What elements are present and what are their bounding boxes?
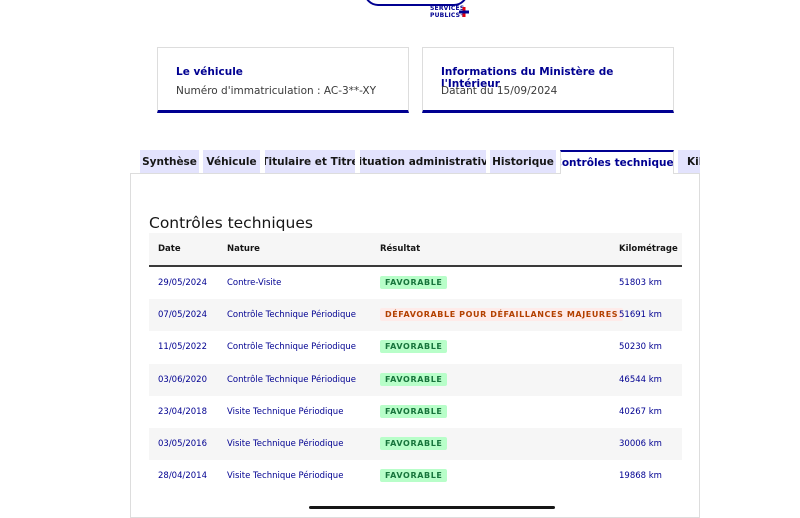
- vehicle-card-title: Le véhicule: [176, 66, 243, 78]
- status-badge: FAVORABLE: [380, 372, 448, 386]
- row-nature: Visite Technique Périodique: [227, 471, 344, 482]
- tab-controles-techniques[interactable]: Contrôles techniques: [560, 150, 674, 174]
- status-badge: FAVORABLE: [380, 404, 448, 418]
- header-result: Résultat: [380, 244, 421, 254]
- row-date: 07/05/2024: [158, 310, 207, 321]
- row-km: 30006 km: [619, 438, 662, 449]
- row-km: 50230 km: [619, 342, 662, 353]
- table-row: 11/05/2022 Contrôle Technique Périodique…: [149, 331, 682, 364]
- table-row: 03/05/2016 Visite Technique Périodique F…: [149, 427, 682, 461]
- table-row: 29/05/2024 Contre-Visite FAVORABLE 51803…: [149, 267, 682, 300]
- logo-plus-icon: [459, 7, 469, 17]
- table-row: 28/04/2014 Visite Technique Périodique F…: [149, 460, 682, 493]
- status-badge: FAVORABLE: [380, 436, 448, 450]
- row-nature: Contrôle Technique Périodique: [227, 374, 357, 385]
- status-badge: FAVORABLE: [380, 469, 448, 483]
- row-nature: Contrôle Technique Périodique: [227, 310, 357, 321]
- header-km: Kilométrage: [619, 244, 678, 254]
- row-date: 03/06/2020: [158, 374, 207, 385]
- row-date: 28/04/2014: [158, 471, 207, 482]
- row-km: 19868 km: [619, 471, 662, 482]
- table-header: Date Nature Résultat Kilométrage: [149, 233, 682, 267]
- status-badge: DÉFAVORABLE POUR DÉFAILLANCES MAJEURES: [380, 308, 624, 322]
- tab-synthese[interactable]: Synthèse: [140, 150, 199, 173]
- ministry-card-text: Datant du 15/09/2024: [441, 85, 558, 97]
- header-nature: Nature: [227, 244, 260, 254]
- row-date: 11/05/2022: [158, 342, 207, 353]
- status-badge: FAVORABLE: [380, 276, 448, 289]
- row-km: 46544 km: [619, 374, 662, 385]
- table-row: 03/06/2020 Contrôle Technique Périodique…: [149, 363, 682, 396]
- row-nature: Visite Technique Périodique: [227, 406, 344, 417]
- row-date: 29/05/2024: [158, 278, 207, 288]
- tab-titulaire-titre[interactable]: Titulaire et Titre: [265, 150, 355, 173]
- row-nature: Contrôle Technique Périodique: [227, 342, 357, 353]
- tab-historique[interactable]: Historique: [490, 150, 556, 173]
- tab-vehicule[interactable]: Véhicule: [203, 150, 260, 173]
- row-km: 51691 km: [619, 310, 662, 321]
- row-nature: Visite Technique Périodique: [227, 438, 344, 449]
- tab-kilometrage[interactable]: Kilométrage: [678, 150, 700, 173]
- vehicle-card-text: Numéro d'immatriculation : AC-3**-XY: [176, 85, 377, 97]
- technical-controls-table: Date Nature Résultat Kilométrage 29/05/2…: [149, 233, 682, 493]
- row-km: 51803 km: [619, 278, 662, 288]
- row-date: 03/05/2016: [158, 438, 207, 449]
- vehicle-card: Le véhicule Numéro d'immatriculation : A…: [157, 47, 409, 113]
- table-row: 07/05/2024 Contrôle Technique Périodique…: [149, 299, 682, 332]
- ministry-card: Informations du Ministère de l'Intérieur…: [422, 47, 674, 113]
- section-title: Contrôles techniques: [149, 214, 313, 232]
- header-date: Date: [158, 244, 181, 254]
- row-km: 40267 km: [619, 406, 662, 417]
- table-row: 23/04/2018 Visite Technique Périodique F…: [149, 395, 682, 428]
- status-badge: FAVORABLE: [380, 340, 448, 354]
- row-nature: Contre-Visite: [227, 278, 282, 288]
- tab-situation-administrative[interactable]: Situation administrative: [360, 150, 486, 173]
- row-date: 23/04/2018: [158, 406, 207, 417]
